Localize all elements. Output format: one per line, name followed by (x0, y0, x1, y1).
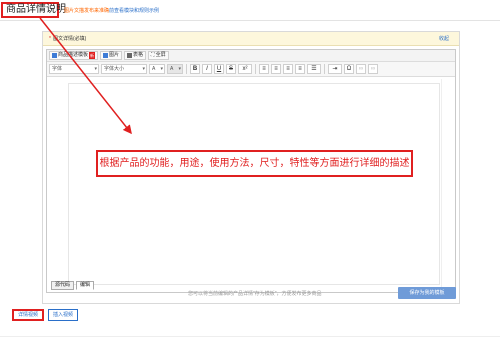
divider (0, 20, 500, 21)
image-icon (103, 53, 109, 58)
new-badge: 新 (89, 52, 96, 59)
panel-header: * 图文详情(必填) 收起 (43, 32, 459, 46)
editor-toolbar-top: 商品描述模板 新 图片 表格 ⛶ 全屏 (47, 50, 455, 62)
tab-source-code[interactable]: 源代码 (51, 281, 75, 290)
video-buttons: 详情视频 插入视频 (12, 309, 79, 321)
font-size-select[interactable]: 字体大小 (101, 64, 147, 74)
separator (324, 64, 325, 74)
section-title: 商品详情说明 (1, 2, 66, 18)
template-hint: 您可以将当前编辑的产品详情"存为模板"，方便发布更多商品 (188, 291, 322, 297)
fullscreen-label: 全屏 (155, 52, 166, 58)
annotation-callout: 根据产品的功能，用途，使用方法，尺寸，特性等方面进行详细的描述 (96, 150, 413, 177)
align-center-icon[interactable]: ≡ (271, 64, 281, 74)
list-icon[interactable]: ☰ (307, 64, 321, 74)
fullscreen-icon: ⛶ (151, 52, 155, 58)
table-icon (127, 53, 133, 58)
bold-button[interactable]: B (190, 64, 200, 74)
image-button[interactable]: 图片 (100, 51, 123, 60)
bg-color-button[interactable]: A (167, 64, 183, 74)
table-label: 表格 (133, 52, 144, 58)
underline-button[interactable]: U (214, 64, 224, 74)
omega-button[interactable]: Ω (344, 64, 354, 74)
link-icon[interactable]: ∞ (356, 64, 366, 74)
strike-button[interactable]: S (226, 64, 236, 74)
detail-video-button[interactable]: 详情视频 (12, 309, 45, 321)
save-template-button[interactable]: 保存为我的模板 (398, 287, 456, 299)
editor-toolbar-format: 字体 字体大小 A A B I U S x² ≡ ≡ ≡ ≡ ☰ ⇥ Ω ∞ (47, 62, 455, 77)
scrollbar[interactable] (441, 79, 455, 287)
align-justify-icon[interactable]: ≡ (295, 64, 305, 74)
table-button[interactable]: 表格 (124, 51, 147, 60)
required-label: 图文详情(必填) (52, 36, 87, 42)
italic-button[interactable]: I (202, 64, 212, 74)
module-template-button[interactable]: 商品描述模板 新 (49, 51, 99, 60)
page: 商品详情说明 图片文描发布来准确前查看模块和规则示例 * 图文详情(必填) 收起 … (0, 0, 500, 339)
align-left-icon[interactable]: ≡ (259, 64, 269, 74)
editor-mode-tabs: 源代码 编辑 (51, 281, 95, 290)
font-family-select[interactable]: 字体 (49, 64, 99, 74)
tip-orange: 图片文描发布来准确 (64, 8, 110, 14)
fullscreen-button[interactable]: ⛶ 全屏 (148, 51, 169, 60)
module-icon (52, 53, 57, 58)
indent-icon[interactable]: ⇥ (328, 64, 342, 74)
separator (255, 64, 256, 74)
collapse-link[interactable]: 收起 (439, 32, 449, 46)
editor-content-area[interactable] (68, 83, 440, 285)
image-label: 图片 (109, 52, 120, 58)
unlink-icon[interactable]: ∞ (368, 64, 378, 74)
font-color-button[interactable]: A (149, 64, 165, 74)
module-template-label: 商品描述模板 (58, 52, 89, 58)
required-star-icon: * (49, 36, 51, 42)
align-right-icon[interactable]: ≡ (283, 64, 293, 74)
separator (186, 64, 187, 74)
tip-text: 图片文描发布来准确前查看模块和规则示例 (64, 7, 159, 14)
insert-video-button[interactable]: 插入视频 (48, 309, 79, 321)
tip-link[interactable]: 前查看模块和规则示例 (109, 8, 159, 14)
superscript-button[interactable]: x² (238, 64, 252, 74)
divider (0, 336, 500, 337)
tab-edit[interactable]: 编辑 (76, 281, 95, 290)
